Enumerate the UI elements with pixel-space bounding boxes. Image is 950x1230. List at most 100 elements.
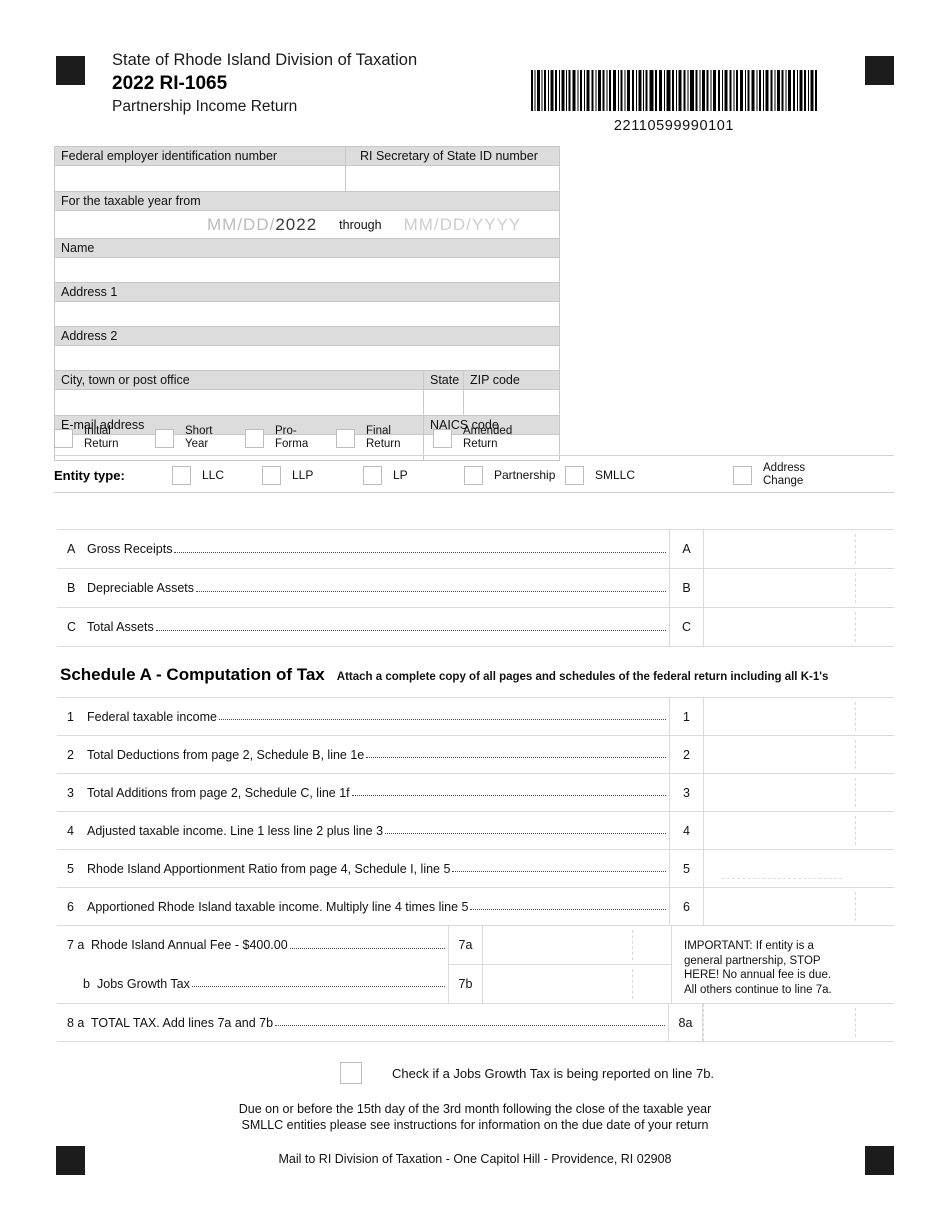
line-8a-description: 8 a TOTAL TAX. Add lines 7a and 7b xyxy=(57,1004,668,1041)
fein-sos-label-row: Federal employer identification number R… xyxy=(55,147,559,166)
line-6-description: 6 Apportioned Rhode Island taxable incom… xyxy=(57,888,669,925)
line-4-number: 4 xyxy=(67,823,74,838)
checkbox-address-change[interactable]: Address Change xyxy=(733,462,805,488)
jobs-growth-tax-checkbox[interactable]: Check if a Jobs Growth Tax is being repo… xyxy=(340,1062,714,1084)
table-row-c: C Total Assets C xyxy=(57,608,894,647)
checkbox-initial-return-label: Initial Return xyxy=(84,425,119,450)
barcode-number: 22110599990101 xyxy=(613,118,735,134)
table-row-line-3: 3 Total Additions from page 2, Schedule … xyxy=(57,774,894,812)
checkbox-short-year[interactable]: Short Year xyxy=(155,425,245,451)
line-5-description: 5 Rhode Island Apportionment Ratio from … xyxy=(57,850,669,887)
line-3-key: 3 xyxy=(669,774,704,811)
checkbox-smllc[interactable]: SMLLC xyxy=(565,465,733,485)
line-2-description: 2 Total Deductions from page 2, Schedule… xyxy=(57,736,669,773)
taxpayer-info-block: Federal employer identification number R… xyxy=(54,146,560,461)
checkbox-partnership[interactable]: Partnership xyxy=(464,465,565,485)
checkbox-amended-return-box[interactable] xyxy=(433,428,452,448)
due-date-text: Due on or before the 15th day of the 3rd… xyxy=(238,1102,712,1132)
barcode-icon xyxy=(531,70,817,111)
mailing-address-text: Mail to RI Division of Taxation - One Ca… xyxy=(278,1152,672,1166)
form-title: 2022 RI-1065 xyxy=(112,73,228,94)
address1-field[interactable] xyxy=(55,302,559,327)
checkbox-llc[interactable]: LLC xyxy=(172,465,262,485)
checkbox-address-change-label: Address Change xyxy=(763,462,806,487)
line-3-number: 3 xyxy=(67,785,74,800)
state-field[interactable] xyxy=(423,390,463,415)
line-2-value-field[interactable] xyxy=(704,736,894,773)
address2-field[interactable] xyxy=(55,346,559,371)
dot-leader xyxy=(385,824,666,834)
line-6-value-field[interactable] xyxy=(704,888,894,925)
table-row-a: A Gross Receipts A xyxy=(57,529,894,569)
gross-receipts-section: A Gross Receipts A B Depreciable Assets … xyxy=(57,529,894,647)
line-8a-value-field[interactable] xyxy=(703,1004,894,1041)
dot-leader xyxy=(452,862,666,872)
line-7a-number: 7 a xyxy=(67,938,85,953)
name-label: Name xyxy=(55,239,559,258)
jobs-growth-tax-checkbox-label: Check if a Jobs Growth Tax is being repo… xyxy=(392,1065,715,1081)
line-8a-number: 8 a xyxy=(67,1015,85,1030)
state-label: State xyxy=(423,371,463,389)
checkbox-short-year-box[interactable] xyxy=(155,428,174,448)
entity-type-title: Entity type: xyxy=(54,467,125,483)
zip-label: ZIP code xyxy=(463,371,559,389)
checkbox-initial-return-box[interactable] xyxy=(54,428,73,448)
checkbox-final-return[interactable]: Final Return xyxy=(336,425,433,451)
checkbox-llp[interactable]: LLP xyxy=(262,465,363,485)
line-4-description: 4 Adjusted taxable income. Line 1 less l… xyxy=(57,812,669,849)
line-a-value-field[interactable] xyxy=(704,530,894,568)
line-a-description: A Gross Receipts xyxy=(57,530,669,568)
return-type-checkbox-row: Initial Return Short Year Pro- Forma Fin… xyxy=(54,424,614,452)
line-c-value-field[interactable] xyxy=(704,608,894,646)
fein-label: Federal employer identification number xyxy=(55,147,345,165)
line-c-number: C xyxy=(67,620,77,634)
checkbox-lp-box[interactable] xyxy=(363,465,382,485)
zip-field[interactable] xyxy=(463,390,559,415)
checkbox-pro-forma-box[interactable] xyxy=(245,428,264,448)
date-from-field[interactable]: MM/DD/2022 xyxy=(207,215,317,235)
checkbox-lp[interactable]: LP xyxy=(363,465,464,485)
fein-field[interactable] xyxy=(55,166,345,191)
line-7a-key: 7a xyxy=(449,926,483,964)
registration-mark-top-left xyxy=(56,56,85,85)
name-field[interactable] xyxy=(55,258,559,283)
line-5-key: 5 xyxy=(669,850,704,887)
address1-label: Address 1 xyxy=(55,283,559,302)
checkbox-pro-forma-label: Pro- Forma xyxy=(275,425,309,450)
checkbox-final-return-box[interactable] xyxy=(336,428,355,448)
line-1-value-field[interactable] xyxy=(704,698,894,735)
checkbox-smllc-box[interactable] xyxy=(565,465,584,485)
line-5-value-field[interactable] xyxy=(704,850,894,887)
line-a-text: Gross Receipts xyxy=(87,542,173,556)
line-4-text: Adjusted taxable income. Line 1 less lin… xyxy=(87,823,384,838)
sos-id-field[interactable] xyxy=(345,166,559,191)
line-b-value-field[interactable] xyxy=(704,569,894,607)
city-field[interactable] xyxy=(55,390,423,415)
line-2-number: 2 xyxy=(67,747,74,762)
date-to-field[interactable]: MM/DD/YYYY xyxy=(404,215,522,235)
city-label: City, town or post office xyxy=(55,371,423,389)
line-c-description: C Total Assets xyxy=(57,608,669,646)
checkbox-llc-box[interactable] xyxy=(172,465,191,485)
line-4-value-field[interactable] xyxy=(704,812,894,849)
entity-type-checkbox-row: Entity type: LLC LLP LP Partnership SMLL… xyxy=(54,460,894,490)
checkbox-initial-return[interactable]: Initial Return xyxy=(54,425,155,451)
schedule-a-section: 1 Federal taxable income 1 2 Total Deduc… xyxy=(57,697,894,1042)
line-3-value-field[interactable] xyxy=(704,774,894,811)
checkbox-pro-forma[interactable]: Pro- Forma xyxy=(245,425,336,451)
checkbox-amended-return[interactable]: Amended Return xyxy=(433,425,512,451)
checkbox-address-change-box[interactable] xyxy=(733,465,752,485)
line-7a-row: 7a xyxy=(449,926,671,965)
agency-name: State of Rhode Island Division of Taxati… xyxy=(112,51,418,69)
divider-above-entity-type xyxy=(54,455,894,456)
line-1-text: Federal taxable income xyxy=(87,709,217,724)
line-b-description: B Depreciable Assets xyxy=(57,569,669,607)
checkbox-llp-box[interactable] xyxy=(262,465,281,485)
jobs-growth-tax-checkbox-box[interactable] xyxy=(340,1062,362,1084)
form-page: State of Rhode Island Division of Taxati… xyxy=(0,0,950,1230)
checkbox-partnership-box[interactable] xyxy=(464,465,483,485)
line-a-key: A xyxy=(669,530,704,568)
line-7b-value-field[interactable] xyxy=(483,965,671,1004)
line-5-number: 5 xyxy=(67,861,74,876)
line-7a-value-field[interactable] xyxy=(483,926,671,964)
